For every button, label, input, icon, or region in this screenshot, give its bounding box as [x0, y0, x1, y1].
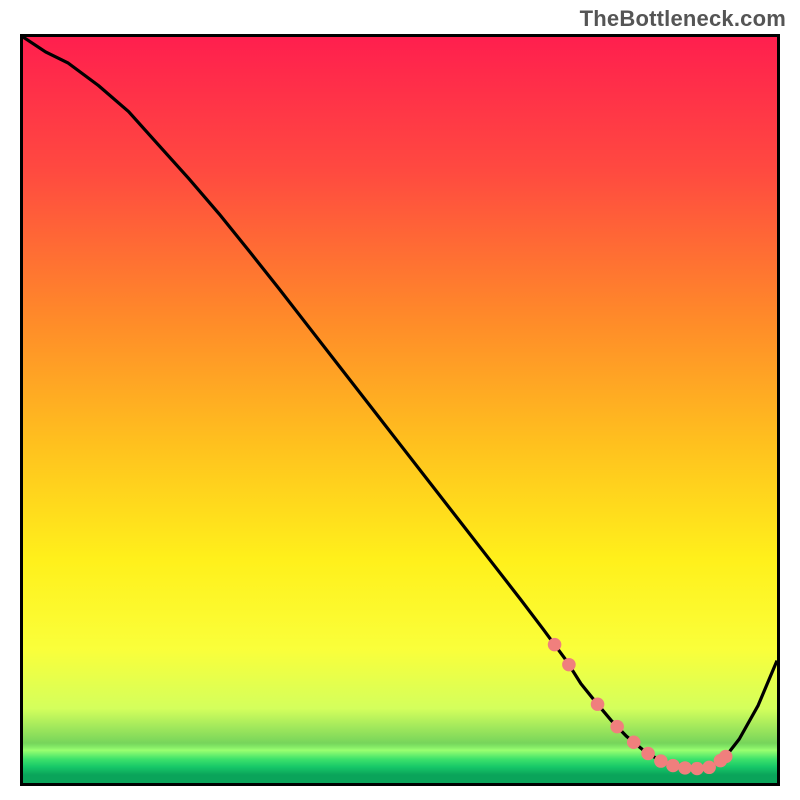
curve-marker: [627, 736, 641, 749]
curve-marker: [678, 761, 692, 774]
curve-marker: [654, 754, 668, 767]
curve-marker: [666, 759, 680, 772]
curve-svg: [23, 37, 777, 783]
curve-marker: [702, 761, 716, 774]
curve-marker: [690, 762, 704, 775]
curve-marker: [548, 638, 562, 651]
curve-marker: [641, 747, 655, 760]
plot-area: [20, 34, 780, 786]
curve-marker: [610, 720, 624, 733]
curve-marker: [591, 698, 605, 711]
curve-marker: [562, 658, 576, 671]
chart-container: TheBottleneck.com: [0, 0, 800, 800]
watermark-text: TheBottleneck.com: [580, 6, 786, 32]
bottleneck-curve: [23, 37, 777, 769]
curve-marker: [719, 750, 733, 763]
